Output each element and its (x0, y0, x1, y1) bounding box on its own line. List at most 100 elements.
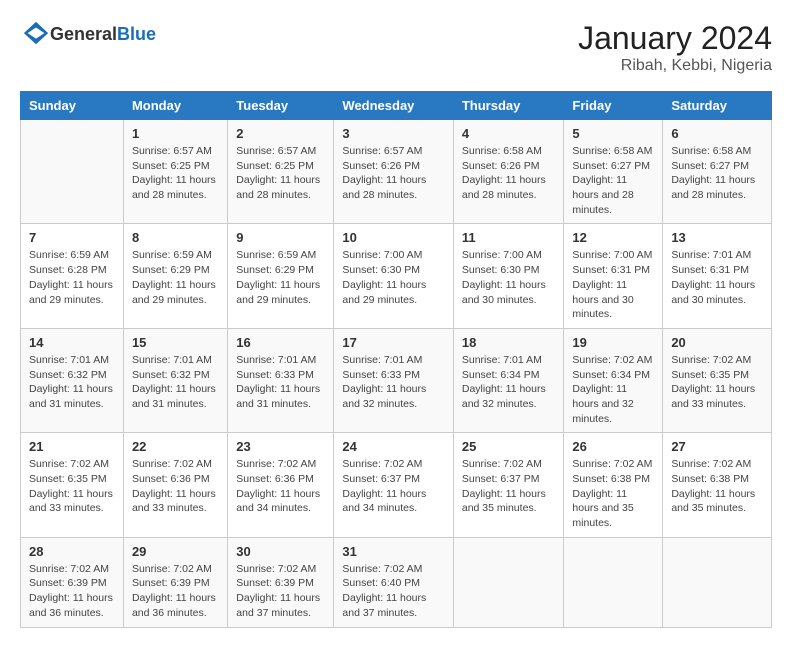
logo-icon (22, 20, 50, 48)
day-info: Sunrise: 6:58 AMSunset: 6:27 PMDaylight:… (572, 144, 654, 217)
calendar-cell: 5 Sunrise: 6:58 AMSunset: 6:27 PMDaylight… (564, 120, 663, 224)
calendar-title: January 2024 (578, 20, 772, 57)
calendar-cell: 14Sunrise: 7:01 AMSunset: 6:32 PMDayligh… (21, 328, 124, 432)
day-number: 7 (29, 230, 115, 245)
day-info: Sunrise: 6:57 AMSunset: 6:25 PMDaylight:… (132, 144, 219, 203)
day-number: 2 (236, 126, 325, 141)
calendar-cell: 29Sunrise: 7:02 AMSunset: 6:39 PMDayligh… (123, 537, 227, 627)
day-info: Sunrise: 7:02 AMSunset: 6:38 PMDaylight:… (671, 457, 763, 516)
calendar-cell: 11 Sunrise: 7:00 AMSunset: 6:30 PMDayligh… (453, 224, 564, 328)
day-number: 13 (671, 230, 763, 245)
calendar-cell: 30Sunrise: 7:02 AMSunset: 6:39 PMDayligh… (228, 537, 334, 627)
week-row-4: 28Sunrise: 7:02 AMSunset: 6:39 PMDayligh… (21, 537, 772, 627)
day-info: Sunrise: 7:01 AMSunset: 6:34 PMDaylight:… (462, 353, 556, 412)
day-number: 22 (132, 439, 219, 454)
calendar-cell (21, 120, 124, 224)
day-info: Sunrise: 6:59 AMSunset: 6:29 PMDaylight:… (236, 248, 325, 307)
day-number: 28 (29, 544, 115, 559)
day-number: 29 (132, 544, 219, 559)
calendar-cell: 20Sunrise: 7:02 AMSunset: 6:35 PMDayligh… (663, 328, 772, 432)
day-info: Sunrise: 7:02 AMSunset: 6:37 PMDaylight:… (462, 457, 556, 516)
page-header: GeneralBlue January 2024 Ribah, Kebbi, N… (20, 20, 772, 75)
day-number: 11 (462, 230, 556, 245)
calendar-subtitle: Ribah, Kebbi, Nigeria (578, 57, 772, 75)
calendar-cell: 24Sunrise: 7:02 AMSunset: 6:37 PMDayligh… (334, 433, 453, 537)
day-info: Sunrise: 7:01 AMSunset: 6:33 PMDaylight:… (342, 353, 444, 412)
header-monday: Monday (123, 92, 227, 120)
header-sunday: Sunday (21, 92, 124, 120)
day-number: 10 (342, 230, 444, 245)
day-number: 8 (132, 230, 219, 245)
day-number: 1 (132, 126, 219, 141)
day-number: 14 (29, 335, 115, 350)
day-info: Sunrise: 7:00 AMSunset: 6:30 PMDaylight:… (342, 248, 444, 307)
calendar-cell: 21Sunrise: 7:02 AMSunset: 6:35 PMDayligh… (21, 433, 124, 537)
day-number: 17 (342, 335, 444, 350)
day-info: Sunrise: 6:58 AMSunset: 6:27 PMDaylight:… (671, 144, 763, 203)
calendar-cell: 31Sunrise: 7:02 AMSunset: 6:40 PMDayligh… (334, 537, 453, 627)
header-row: SundayMondayTuesdayWednesdayThursdayFrid… (21, 92, 772, 120)
week-row-0: 1 Sunrise: 6:57 AMSunset: 6:25 PMDaylight… (21, 120, 772, 224)
calendar-cell: 12 Sunrise: 7:00 AMSunset: 6:31 PMDayligh… (564, 224, 663, 328)
calendar-cell: 1 Sunrise: 6:57 AMSunset: 6:25 PMDaylight… (123, 120, 227, 224)
day-number: 27 (671, 439, 763, 454)
day-number: 18 (462, 335, 556, 350)
day-info: Sunrise: 6:59 AMSunset: 6:28 PMDaylight:… (29, 248, 115, 307)
day-info: Sunrise: 7:02 AMSunset: 6:34 PMDaylight:… (572, 353, 654, 426)
logo-blue: Blue (117, 24, 156, 44)
calendar-cell: 9 Sunrise: 6:59 AMSunset: 6:29 PMDaylight… (228, 224, 334, 328)
day-number: 23 (236, 439, 325, 454)
day-info: Sunrise: 7:00 AMSunset: 6:31 PMDaylight:… (572, 248, 654, 321)
calendar-cell: 7 Sunrise: 6:59 AMSunset: 6:28 PMDaylight… (21, 224, 124, 328)
day-number: 15 (132, 335, 219, 350)
day-number: 31 (342, 544, 444, 559)
day-info: Sunrise: 7:01 AMSunset: 6:32 PMDaylight:… (132, 353, 219, 412)
day-number: 19 (572, 335, 654, 350)
title-area: January 2024 Ribah, Kebbi, Nigeria (578, 20, 772, 75)
day-info: Sunrise: 6:58 AMSunset: 6:26 PMDaylight:… (462, 144, 556, 203)
day-number: 5 (572, 126, 654, 141)
calendar-cell: 16Sunrise: 7:01 AMSunset: 6:33 PMDayligh… (228, 328, 334, 432)
day-number: 24 (342, 439, 444, 454)
day-info: Sunrise: 6:57 AMSunset: 6:26 PMDaylight:… (342, 144, 444, 203)
day-number: 9 (236, 230, 325, 245)
calendar-cell: 22Sunrise: 7:02 AMSunset: 6:36 PMDayligh… (123, 433, 227, 537)
calendar-cell: 10 Sunrise: 7:00 AMSunset: 6:30 PMDayligh… (334, 224, 453, 328)
day-number: 12 (572, 230, 654, 245)
calendar-cell (453, 537, 564, 627)
day-number: 26 (572, 439, 654, 454)
day-number: 20 (671, 335, 763, 350)
calendar-cell: 26Sunrise: 7:02 AMSunset: 6:38 PMDayligh… (564, 433, 663, 537)
day-number: 3 (342, 126, 444, 141)
logo: GeneralBlue (20, 20, 156, 48)
day-number: 30 (236, 544, 325, 559)
header-thursday: Thursday (453, 92, 564, 120)
day-info: Sunrise: 7:00 AMSunset: 6:30 PMDaylight:… (462, 248, 556, 307)
calendar-cell: 3 Sunrise: 6:57 AMSunset: 6:26 PMDaylight… (334, 120, 453, 224)
day-info: Sunrise: 6:57 AMSunset: 6:25 PMDaylight:… (236, 144, 325, 203)
header-saturday: Saturday (663, 92, 772, 120)
calendar-cell: 27 Sunrise: 7:02 AMSunset: 6:38 PMDayligh… (663, 433, 772, 537)
calendar-cell: 13Sunrise: 7:01 AMSunset: 6:31 PMDayligh… (663, 224, 772, 328)
header-wednesday: Wednesday (334, 92, 453, 120)
calendar-cell (564, 537, 663, 627)
calendar-cell: 23Sunrise: 7:02 AMSunset: 6:36 PMDayligh… (228, 433, 334, 537)
calendar-cell: 18 Sunrise: 7:01 AMSunset: 6:34 PMDayligh… (453, 328, 564, 432)
day-info: Sunrise: 6:59 AMSunset: 6:29 PMDaylight:… (132, 248, 219, 307)
calendar-header: SundayMondayTuesdayWednesdayThursdayFrid… (21, 92, 772, 120)
day-number: 16 (236, 335, 325, 350)
day-number: 21 (29, 439, 115, 454)
calendar-cell: 6Sunrise: 6:58 AMSunset: 6:27 PMDaylight… (663, 120, 772, 224)
header-tuesday: Tuesday (228, 92, 334, 120)
week-row-3: 21Sunrise: 7:02 AMSunset: 6:35 PMDayligh… (21, 433, 772, 537)
calendar-cell: 25 Sunrise: 7:02 AMSunset: 6:37 PMDayligh… (453, 433, 564, 537)
day-number: 25 (462, 439, 556, 454)
week-row-2: 14 Sunrise: 7:01 AMSunset: 6:32 PMDayligh… (21, 328, 772, 432)
calendar-cell: 4 Sunrise: 6:58 AMSunset: 6:26 PMDaylight… (453, 120, 564, 224)
day-number: 4 (462, 126, 556, 141)
calendar-cell: 2 Sunrise: 6:57 AMSunset: 6:25 PMDaylight… (228, 120, 334, 224)
calendar-body: 1 Sunrise: 6:57 AMSunset: 6:25 PMDaylight… (21, 120, 772, 628)
calendar-cell (663, 537, 772, 627)
header-friday: Friday (564, 92, 663, 120)
calendar-table: SundayMondayTuesdayWednesdayThursdayFrid… (20, 91, 772, 628)
